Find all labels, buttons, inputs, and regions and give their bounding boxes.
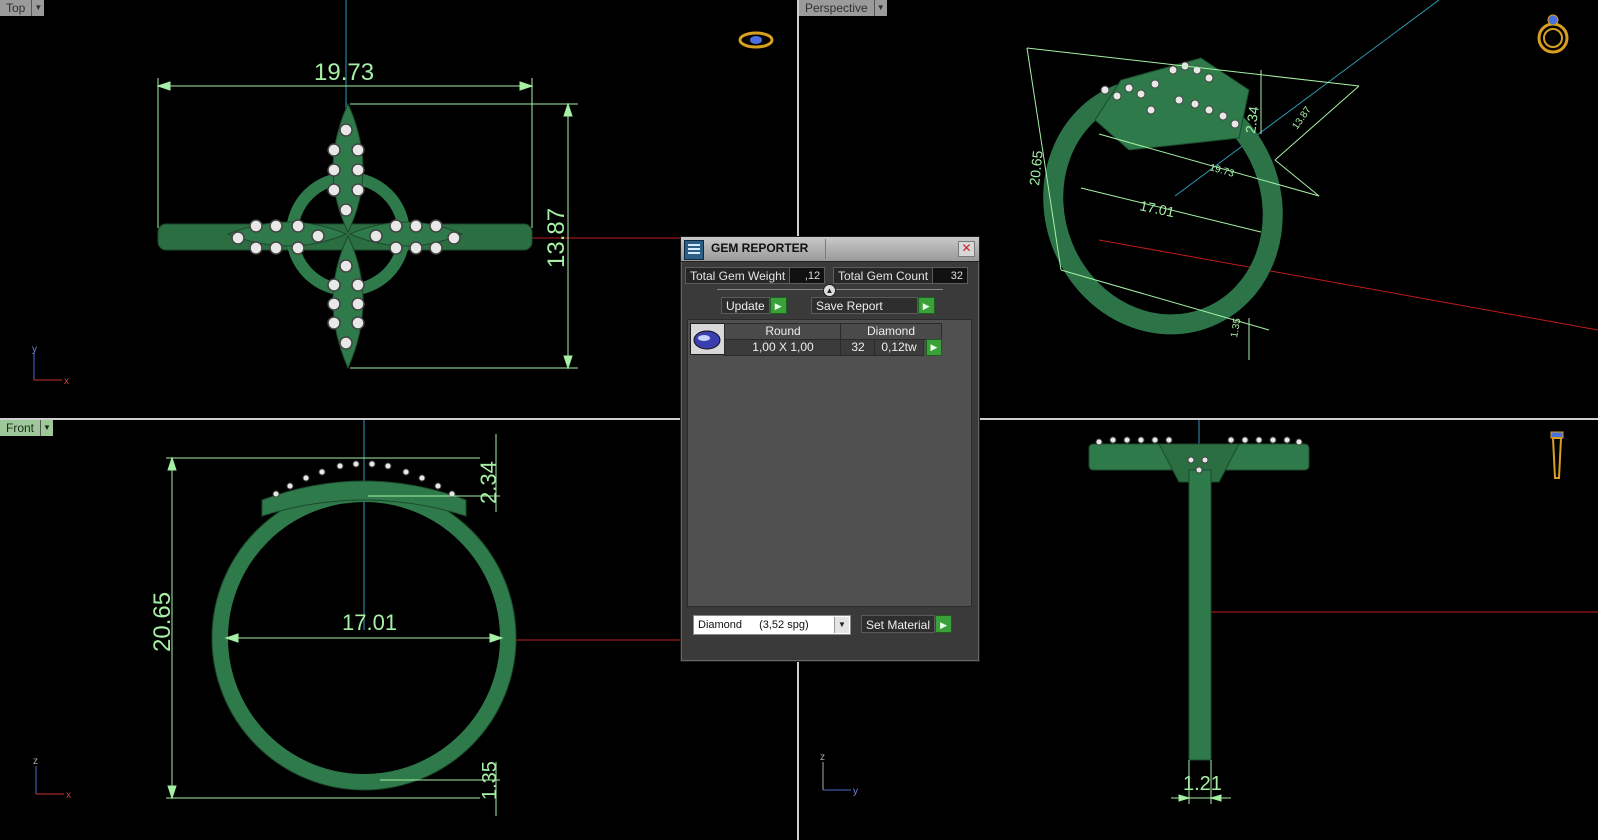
total-gem-weight: Total Gem Weight ,12 (685, 267, 826, 284)
persp-side-dim: 19.73 (1208, 162, 1236, 180)
axis-z-label: z (820, 752, 825, 763)
save-report-button-label[interactable]: Save Report (811, 297, 918, 314)
viewport-label-perspective[interactable]: Perspective ▼ (799, 0, 887, 16)
chevron-down-icon[interactable]: ▼ (31, 0, 45, 16)
chevron-down-icon[interactable]: ▼ (834, 617, 849, 633)
viewport-front[interactable]: 20.65 17.01 2.34 1.35 z x Front ▼ (0, 420, 797, 840)
gem-material-header: Diamond (840, 323, 942, 340)
set-material-button[interactable]: Set Material ▶ (861, 615, 953, 633)
update-button-label[interactable]: Update (721, 297, 770, 314)
close-icon[interactable]: ✕ (958, 241, 975, 257)
persp-bottom-dim: 1.35 (1229, 317, 1243, 339)
save-report-button[interactable]: Save Report ▶ (811, 297, 935, 314)
material-select-name: Diamond (698, 619, 743, 631)
chevron-down-icon[interactable]: ▼ (873, 0, 887, 16)
play-arrow-icon[interactable]: ▶ (917, 297, 935, 314)
update-button[interactable]: Update ▶ (721, 297, 787, 314)
panel-title: GEM REPORTER (711, 241, 809, 255)
play-arrow-icon[interactable]: ▶ (935, 615, 953, 633)
top-width-dim: 19.73 (314, 59, 374, 86)
ring-perspective-icon (1537, 14, 1569, 54)
gem-weight: 0,12tw (874, 339, 924, 356)
total-gem-count-value: 32 (933, 267, 969, 284)
persp-depth-dim: 13.87 (1290, 105, 1314, 132)
gem-reporter-panel: GEM REPORTER ✕ Total Gem Weight ,12 Tota… (680, 236, 980, 662)
gem-reporter-icon (684, 240, 704, 260)
axis-z-label: z (33, 756, 38, 767)
viewport-name[interactable]: Front (0, 420, 41, 436)
ring-side-icon (1550, 431, 1564, 479)
material-select-spg: (3,52 spg) (759, 619, 809, 631)
panel-title-bar[interactable]: GEM REPORTER ✕ (681, 237, 979, 262)
ring-nav-icon (738, 31, 774, 49)
axis-y-label: y (853, 786, 858, 797)
top-height-dim: 13.87 (543, 208, 570, 268)
top-view-canvas: 19.73 13.87 y x (32, 0, 797, 387)
right-width-dim: 1.21 (1183, 773, 1222, 795)
collapse-icon[interactable]: ▲ (823, 284, 836, 297)
front-height-dim: 20.65 (149, 592, 176, 652)
gem-list: Round Diamond 1,00 X 1,00 32 0,12tw ▶ (687, 319, 972, 607)
material-select[interactable]: Diamond (3,52 spg) ▼ (693, 615, 851, 635)
round-gem-icon (690, 323, 725, 355)
front-top-dim: 2.34 (476, 461, 501, 504)
viewport-name[interactable]: Top (0, 0, 32, 16)
viewport-top[interactable]: 19.73 13.87 y x Top ▼ (0, 0, 797, 418)
front-inner-dim: 17.01 (342, 610, 397, 635)
chevron-down-icon[interactable]: ▼ (40, 420, 54, 436)
play-arrow-icon[interactable]: ▶ (769, 297, 787, 314)
total-gem-weight-label: Total Gem Weight (685, 267, 791, 284)
axis-y-label: y (32, 344, 37, 355)
persp-height-dim: 20.65 (1026, 150, 1046, 187)
axis-x-label: x (66, 790, 71, 801)
axis-x-label: x (64, 376, 69, 387)
play-arrow-icon[interactable]: ▶ (926, 339, 942, 356)
gem-count: 32 (840, 339, 876, 356)
persp-top-dim: 2.34 (1242, 105, 1262, 134)
total-gem-count: Total Gem Count 32 (833, 267, 969, 284)
gem-shape-header: Round (724, 323, 842, 340)
front-view-canvas: 20.65 17.01 2.34 1.35 z x (33, 420, 797, 816)
viewport-label-front[interactable]: Front ▼ (0, 420, 54, 436)
viewport-label-top[interactable]: Top ▼ (0, 0, 45, 16)
title-separator (825, 239, 826, 259)
set-material-button-label[interactable]: Set Material (861, 615, 936, 633)
persp-inner-dim: 17.01 (1138, 197, 1176, 220)
gem-size: 1,00 X 1,00 (724, 339, 842, 356)
total-gem-weight-value: ,12 (790, 267, 826, 284)
viewport-name[interactable]: Perspective (799, 0, 874, 16)
front-bottom-dim: 1.35 (479, 761, 501, 800)
total-gem-count-label: Total Gem Count (833, 267, 934, 284)
